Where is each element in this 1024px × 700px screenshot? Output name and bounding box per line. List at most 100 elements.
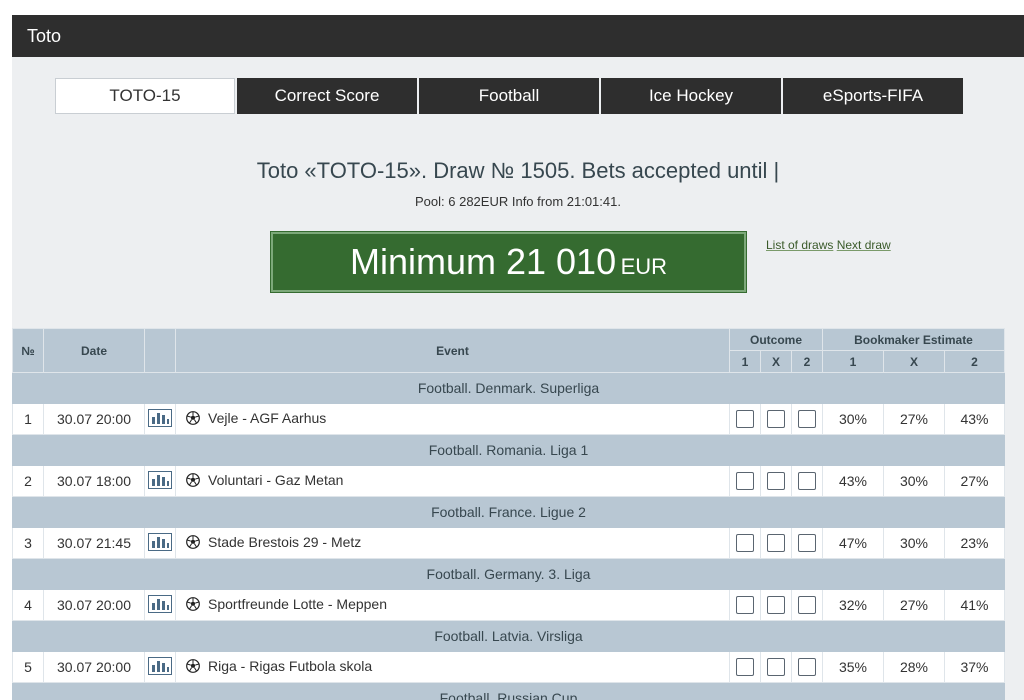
col-header-date: Date bbox=[43, 328, 145, 373]
outcome-x-checkbox[interactable] bbox=[767, 472, 785, 491]
soccer-ball-icon bbox=[186, 658, 200, 676]
bookmaker-1: 32% bbox=[822, 589, 884, 621]
outcome-2-cell bbox=[791, 403, 823, 435]
match-event[interactable]: Stade Brestois 29 - Metz bbox=[208, 534, 361, 550]
col-header-bookmaker-x: X bbox=[883, 350, 945, 373]
bookmaker-2: 43% bbox=[944, 403, 1005, 435]
outcome-1-checkbox[interactable] bbox=[736, 658, 754, 677]
league-name: Football. Latvia. Virsliga bbox=[12, 620, 1005, 652]
league-row: Football. Romania. Liga 1 bbox=[12, 434, 1005, 466]
match-date: 30.07 18:00 bbox=[43, 465, 145, 497]
bar-chart-icon[interactable] bbox=[148, 656, 172, 678]
outcome-x-cell bbox=[760, 465, 792, 497]
tab-correct-score[interactable]: Correct Score bbox=[237, 78, 417, 114]
match-event[interactable]: Sportfreunde Lotte - Meppen bbox=[208, 596, 387, 612]
outcome-x-cell bbox=[760, 589, 792, 621]
col-header-number: № bbox=[12, 328, 44, 373]
match-event[interactable]: Voluntari - Gaz Metan bbox=[208, 472, 343, 488]
match-event-cell: Vejle - AGF Aarhus bbox=[175, 403, 730, 435]
col-header-stats bbox=[144, 328, 176, 373]
bookmaker-x: 27% bbox=[883, 403, 945, 435]
pool-info: Pool: 6 282EUR Info from 21:01:41. bbox=[415, 194, 621, 209]
match-event[interactable]: Riga - Rigas Futbola skola bbox=[208, 658, 372, 674]
league-row: Football. France. Ligue 2 bbox=[12, 496, 1005, 528]
soccer-ball-icon bbox=[186, 472, 200, 490]
league-name: Football. France. Ligue 2 bbox=[12, 496, 1005, 528]
col-header-outcome: Outcome bbox=[729, 328, 823, 351]
bookmaker-1: 35% bbox=[822, 651, 884, 683]
bookmaker-x: 30% bbox=[883, 465, 945, 497]
match-event[interactable]: Vejle - AGF Aarhus bbox=[208, 410, 326, 426]
outcome-1-checkbox[interactable] bbox=[736, 410, 754, 429]
bookmaker-x: 27% bbox=[883, 589, 945, 621]
table-row: 1 30.07 20:00 Vejle - AGF Aarhus 30% 27% bbox=[12, 403, 1005, 435]
bookmaker-2: 37% bbox=[944, 651, 1005, 683]
col-header-bookmaker-1: 1 bbox=[822, 350, 884, 373]
match-number: 2 bbox=[12, 465, 44, 497]
stats-cell bbox=[144, 651, 176, 683]
table-row: 2 30.07 18:00 Voluntari - Gaz Metan 43% … bbox=[12, 465, 1005, 497]
outcome-2-checkbox[interactable] bbox=[798, 472, 816, 491]
match-number: 3 bbox=[12, 527, 44, 559]
match-date: 30.07 21:45 bbox=[43, 527, 145, 559]
stats-cell bbox=[144, 465, 176, 497]
outcome-x-cell bbox=[760, 527, 792, 559]
outcome-x-checkbox[interactable] bbox=[767, 596, 785, 615]
tab-toto-15[interactable]: TOTO-15 bbox=[55, 78, 235, 114]
bookmaker-1: 47% bbox=[822, 527, 884, 559]
tab-football[interactable]: Football bbox=[419, 78, 599, 114]
bar-chart-icon[interactable] bbox=[148, 594, 172, 616]
list-of-draws-link[interactable]: List of draws bbox=[766, 238, 833, 252]
table-row: 4 30.07 20:00 Sportfreunde Lotte - Meppe… bbox=[12, 589, 1005, 621]
outcome-2-checkbox[interactable] bbox=[798, 658, 816, 677]
league-row: Football. Russian Cup bbox=[12, 682, 1005, 700]
bookmaker-x: 30% bbox=[883, 527, 945, 559]
outcome-1-checkbox[interactable] bbox=[736, 596, 754, 615]
bookmaker-2: 41% bbox=[944, 589, 1005, 621]
match-number: 5 bbox=[12, 651, 44, 683]
outcome-2-cell bbox=[791, 651, 823, 683]
match-date: 30.07 20:00 bbox=[43, 403, 145, 435]
match-event-cell: Stade Brestois 29 - Metz bbox=[175, 527, 730, 559]
outcome-2-cell bbox=[791, 465, 823, 497]
bookmaker-2: 27% bbox=[944, 465, 1005, 497]
outcome-2-checkbox[interactable] bbox=[798, 410, 816, 429]
outcome-1-cell bbox=[729, 527, 761, 559]
col-header-bookmaker: Bookmaker Estimate bbox=[822, 328, 1005, 351]
toto-panel: TOTO-15 Correct Score Football Ice Hocke… bbox=[12, 57, 1024, 700]
bar-chart-icon[interactable] bbox=[148, 532, 172, 554]
league-name: Football. Germany. 3. Liga bbox=[12, 558, 1005, 590]
outcome-x-cell bbox=[760, 651, 792, 683]
outcome-1-checkbox[interactable] bbox=[736, 534, 754, 553]
next-draw-link[interactable]: Next draw bbox=[837, 238, 891, 252]
league-row: Football. Latvia. Virsliga bbox=[12, 620, 1005, 652]
bar-chart-icon[interactable] bbox=[148, 408, 172, 430]
col-header-event: Event bbox=[175, 328, 730, 373]
tab-esports-fifa[interactable]: eSports-FIFA bbox=[783, 78, 963, 114]
outcome-x-checkbox[interactable] bbox=[767, 410, 785, 429]
outcome-1-cell bbox=[729, 651, 761, 683]
soccer-ball-icon bbox=[186, 410, 200, 428]
bookmaker-x: 28% bbox=[883, 651, 945, 683]
prize-amount: Minimum 21 010 bbox=[349, 241, 617, 282]
outcome-1-cell bbox=[729, 403, 761, 435]
match-event-cell: Voluntari - Gaz Metan bbox=[175, 465, 730, 497]
league-name: Football. Russian Cup bbox=[12, 682, 1005, 700]
outcome-x-cell bbox=[760, 403, 792, 435]
match-number: 4 bbox=[12, 589, 44, 621]
prize-currency: EUR bbox=[620, 254, 668, 279]
draw-title: Toto «TOTO-15». Draw № 1505. Bets accept… bbox=[256, 158, 780, 183]
outcome-1-checkbox[interactable] bbox=[736, 472, 754, 491]
tab-ice-hockey[interactable]: Ice Hockey bbox=[601, 78, 781, 114]
minimum-prize-banner: Minimum 21 010 EUR bbox=[270, 231, 747, 293]
bar-chart-icon[interactable] bbox=[148, 470, 172, 492]
col-header-outcome-1: 1 bbox=[729, 350, 761, 373]
outcome-2-checkbox[interactable] bbox=[798, 596, 816, 615]
bookmaker-1: 30% bbox=[822, 403, 884, 435]
outcome-x-checkbox[interactable] bbox=[767, 534, 785, 553]
window-title: Toto bbox=[27, 26, 62, 46]
stats-cell bbox=[144, 527, 176, 559]
outcome-2-checkbox[interactable] bbox=[798, 534, 816, 553]
col-header-outcome-x: X bbox=[760, 350, 792, 373]
outcome-x-checkbox[interactable] bbox=[767, 658, 785, 677]
